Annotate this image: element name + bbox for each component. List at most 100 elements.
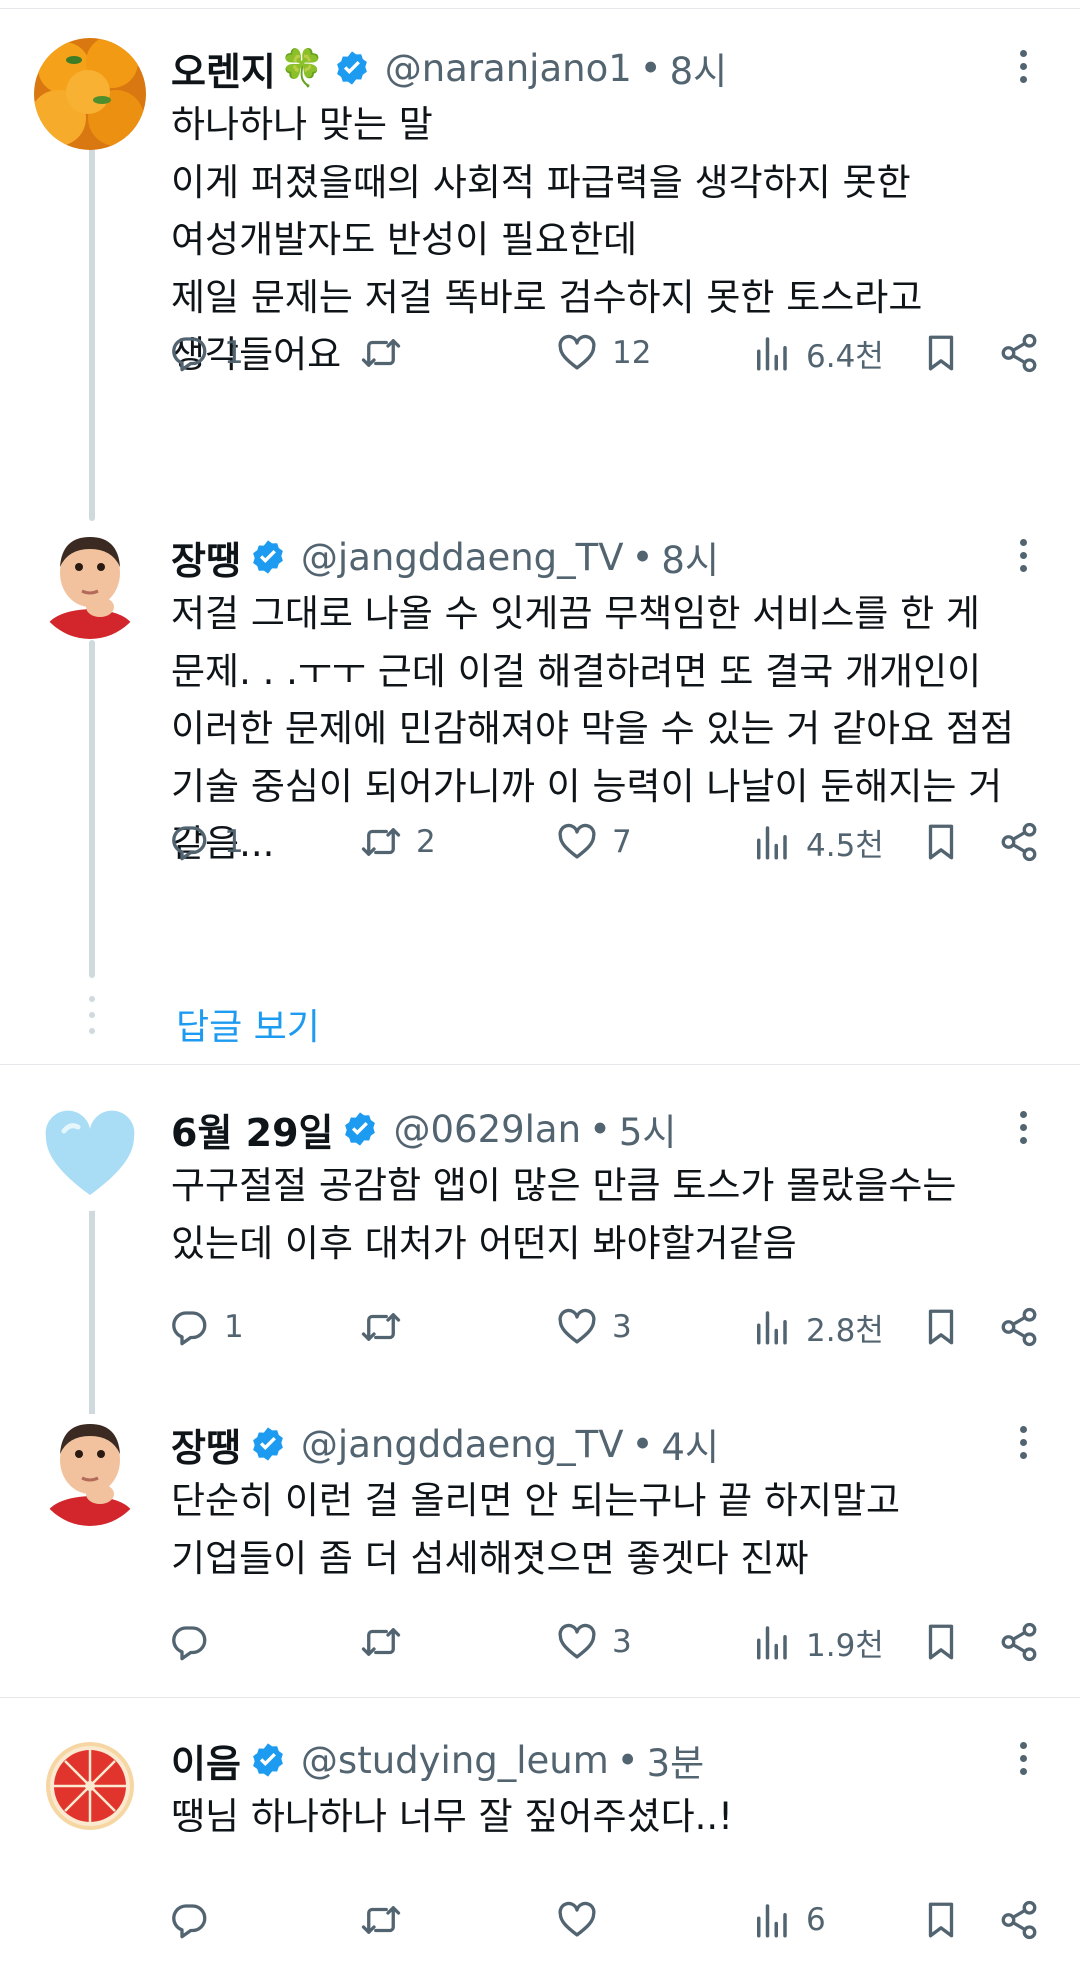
bookmark-icon [928,1624,954,1660]
handle[interactable]: @studying_leum [301,1739,609,1782]
reply-count: 1 [224,824,244,860]
tweet[interactable]: 장땡 @jangddaeng_TV • 4시 단순히 이런 걸 올리면 안 되는… [0,1414,1080,1674]
bookmark-button[interactable] [920,1612,962,1672]
bookmark-icon [928,824,954,860]
separator-dot: • [589,1107,611,1151]
like-button[interactable]: 3 [556,1297,632,1357]
timestamp[interactable]: 8시 [670,41,728,95]
timestamp[interactable]: 5시 [619,1102,677,1156]
tweet[interactable]: 이음 @studying_leum • 3분 땡님 하나하나 너무 잘 짚어주셨… [0,1730,1080,1961]
action-bar: 3 1.9천 [0,1612,1080,1672]
show-replies-link[interactable]: 답글 보기 [176,998,320,1050]
like-button[interactable] [556,1890,612,1950]
verified-badge-icon [345,1112,376,1146]
retweet-button[interactable] [360,1612,416,1672]
kid-avatar[interactable] [34,1414,146,1526]
timestamp[interactable]: 8시 [661,530,719,584]
more-icon[interactable] [1010,539,1036,579]
share-icon [1001,1622,1037,1662]
views-icon [757,826,787,860]
tweet-text: 땡님 하나하나 너무 잘 짚어주셨다..! [171,1795,733,1838]
divider [0,1697,1080,1698]
like-button[interactable]: 7 [556,812,632,872]
reply-icon [172,1904,207,1939]
like-button[interactable]: 3 [556,1612,632,1672]
like-icon [558,1308,596,1344]
handle[interactable]: @jangddaeng_TV [301,536,624,579]
verified-badge-icon [253,540,283,574]
retweet-icon [361,1628,401,1656]
reply-button[interactable]: 1 [168,812,244,872]
top-border [0,0,1080,9]
retweet-button[interactable] [360,1297,416,1357]
like-icon [558,334,596,370]
share-button[interactable] [998,1297,1040,1357]
tweet-text: 단순히 이런 걸 올리면 안 되는구나 끝 하지말고 기업들이 좀 더 섬세해졋… [171,1479,901,1580]
verified-badge-icon [336,51,367,85]
timestamp[interactable]: 4시 [661,1417,719,1471]
handle[interactable]: @jangddaeng_TV [301,1423,624,1466]
tweet[interactable]: 6월 29일 @0629lan • 5시 구구절절 공감함 앱이 많은 만큼 토… [0,1099,1080,1359]
tweet[interactable]: 오렌지 🍀 @naranjano1 • 8시 하나하나 맞는 말 이게 퍼졌을때… [0,38,1080,478]
share-button[interactable] [998,323,1040,383]
reply-icon [172,337,207,372]
reply-button[interactable]: 1 [168,1297,244,1357]
reply-count: 1 [224,1309,244,1345]
views-count: 1.9천 [806,1627,884,1664]
like-count: 12 [612,335,652,371]
display-name[interactable]: 이음 [171,1733,241,1788]
bookmark-button[interactable] [920,1297,962,1357]
share-icon [1001,333,1037,373]
handle[interactable]: @0629lan [393,1108,581,1151]
tweet-header: 6월 29일 @0629lan • 5시 [171,1099,676,1159]
views-icon [757,1311,787,1345]
views-button[interactable]: 6.4천 [750,323,884,383]
reply-button[interactable] [168,1890,224,1950]
like-icon [558,823,596,859]
display-name[interactable]: 장땡 [171,530,241,585]
bookmark-button[interactable] [920,1890,962,1950]
like-button[interactable]: 12 [556,323,651,383]
kid-avatar[interactable] [34,527,146,639]
share-button[interactable] [998,812,1040,872]
retweet-button[interactable] [360,1890,416,1950]
action-bar: 1 12 6.4천 [0,323,1080,383]
timestamp[interactable]: 3분 [647,1733,705,1787]
tweet-header: 이음 @studying_leum • 3분 [171,1730,704,1790]
like-icon [558,1901,596,1937]
retweet-icon [361,1906,401,1934]
reply-button[interactable] [168,1612,224,1672]
reply-button[interactable]: 1 [168,323,244,383]
display-name[interactable]: 오렌지 [171,41,276,96]
views-count: 6.4천 [806,338,884,375]
views-button[interactable]: 6 [750,1890,826,1950]
grapefruit-avatar[interactable] [34,1730,146,1842]
handle[interactable]: @naranjano1 [385,47,632,90]
more-icon[interactable] [1010,1426,1036,1466]
share-button[interactable] [998,1890,1040,1950]
bookmark-button[interactable] [920,812,962,872]
bookmark-button[interactable] [920,323,962,383]
display-name[interactable]: 6월 29일 [171,1102,333,1157]
clover-emoji: 🍀 [279,48,325,89]
views-count: 6 [806,1902,826,1938]
action-bar: 6 [0,1890,1080,1950]
views-button[interactable]: 4.5천 [750,812,884,872]
tweet[interactable]: 장땡 @jangddaeng_TV • 8시 저걸 그대로 나올 수 잇게끔 무… [0,527,1080,967]
share-button[interactable] [998,1612,1040,1672]
more-icon[interactable] [1010,1111,1036,1151]
more-icon[interactable] [1010,50,1036,90]
views-button[interactable]: 2.8천 [750,1297,884,1357]
retweet-button[interactable] [360,323,416,383]
views-button[interactable]: 1.9천 [750,1612,884,1672]
retweet-count: 2 [416,824,436,860]
retweet-button[interactable]: 2 [360,812,436,872]
display-name[interactable]: 장땡 [171,1417,241,1472]
heart-avatar[interactable] [34,1099,146,1211]
tweet-header: 장땡 @jangddaeng_TV • 8시 [171,527,719,587]
action-bar: 1 3 2.8천 [0,1297,1080,1357]
more-icon[interactable] [1010,1742,1036,1782]
reply-count: 1 [224,335,244,371]
orange-avatar[interactable] [34,38,146,150]
separator-dot: • [639,46,662,90]
